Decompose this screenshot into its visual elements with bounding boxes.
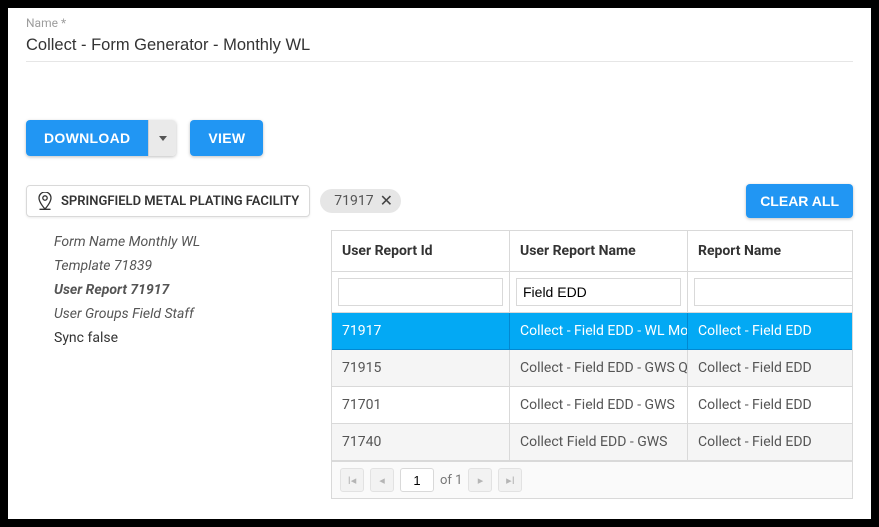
download-button-label: DOWNLOAD (44, 130, 130, 146)
download-button[interactable]: DOWNLOAD (26, 120, 148, 156)
table-cell: Collect - Field EDD (688, 313, 853, 350)
col-header-user-report-id[interactable]: User Report Id (332, 231, 510, 272)
map-pin-icon (37, 192, 53, 210)
clear-all-button[interactable]: CLEAR ALL (746, 184, 853, 218)
detail-template: Template 71839 (54, 258, 319, 274)
grid-filter-row (332, 272, 852, 313)
grid-header-row: User Report Id User Report Name Report N… (332, 231, 852, 272)
pager-prev-button[interactable]: ◂ (370, 468, 394, 492)
col-header-user-report-name[interactable]: User Report Name (510, 231, 688, 272)
table-cell: Collect - Field EDD (688, 350, 853, 387)
view-button[interactable]: VIEW (190, 120, 263, 156)
grid-pager: I◂ ◂ of 1 ▸ ▸I (332, 461, 852, 498)
table-cell: 71917 (332, 313, 510, 350)
reports-grid: User Report Id User Report Name Report N… (331, 230, 853, 499)
name-input[interactable] (26, 32, 853, 62)
app-frame: Name * DOWNLOAD VIEW SPRINGFIELD (8, 8, 871, 519)
download-split-button: DOWNLOAD (26, 120, 176, 156)
details-sidebar: Form Name Monthly WL Template 71839 User… (26, 230, 331, 354)
name-field-label: Name * (26, 16, 853, 32)
action-bar: DOWNLOAD VIEW (26, 120, 853, 156)
table-cell: Collect - Field EDD (688, 424, 853, 461)
view-button-label: VIEW (208, 130, 245, 146)
facility-chip[interactable]: SPRINGFIELD METAL PLATING FACILITY (26, 185, 310, 217)
active-filter-pill-label: 71917 (334, 193, 373, 209)
download-dropdown-toggle[interactable] (148, 120, 176, 156)
table-cell: Collect - Field EDD (688, 387, 853, 424)
col-header-report-name[interactable]: Report Name (688, 231, 853, 272)
pager-first-button[interactable]: I◂ (340, 468, 364, 492)
filter-input-user-report-name[interactable] (516, 278, 681, 306)
detail-form-name: Form Name Monthly WL (54, 234, 319, 250)
pager-last-button[interactable]: ▸I (498, 468, 522, 492)
detail-user-groups: User Groups Field Staff (54, 306, 319, 322)
table-row[interactable]: 71915Collect - Field EDD - GWS Quarterly… (332, 350, 852, 387)
filter-bar: SPRINGFIELD METAL PLATING FACILITY 71917… (26, 184, 853, 218)
active-filter-pill[interactable]: 71917 ✕ (320, 189, 401, 213)
detail-user-report: User Report 71917 (54, 282, 319, 298)
detail-sync: Sync false (54, 330, 319, 346)
table-cell: Collect Field EDD - GWS (510, 424, 688, 461)
filter-input-report-name[interactable] (694, 278, 853, 306)
table-cell: Collect - Field EDD - WL Monthly (510, 313, 688, 350)
table-row[interactable]: 71917Collect - Field EDD - WL MonthlyCol… (332, 313, 852, 350)
filter-input-user-report-id[interactable] (338, 278, 503, 306)
table-cell: 71701 (332, 387, 510, 424)
pager-of-label: of 1 (440, 473, 462, 488)
table-cell: 71915 (332, 350, 510, 387)
chevron-down-icon (159, 136, 167, 141)
facility-chip-label: SPRINGFIELD METAL PLATING FACILITY (61, 194, 299, 209)
table-row[interactable]: 71740Collect Field EDD - GWSCollect - Fi… (332, 424, 852, 461)
pager-next-button[interactable]: ▸ (468, 468, 492, 492)
pager-page-input[interactable] (400, 468, 434, 492)
clear-all-label: CLEAR ALL (760, 193, 839, 209)
table-cell: Collect - Field EDD - GWS (510, 387, 688, 424)
table-cell: 71740 (332, 424, 510, 461)
table-row[interactable]: 71701Collect - Field EDD - GWSCollect - … (332, 387, 852, 424)
content-pane: Form Name Monthly WL Template 71839 User… (26, 230, 853, 499)
close-icon[interactable]: ✕ (380, 193, 393, 209)
table-cell: Collect - Field EDD - GWS Quarterly (510, 350, 688, 387)
